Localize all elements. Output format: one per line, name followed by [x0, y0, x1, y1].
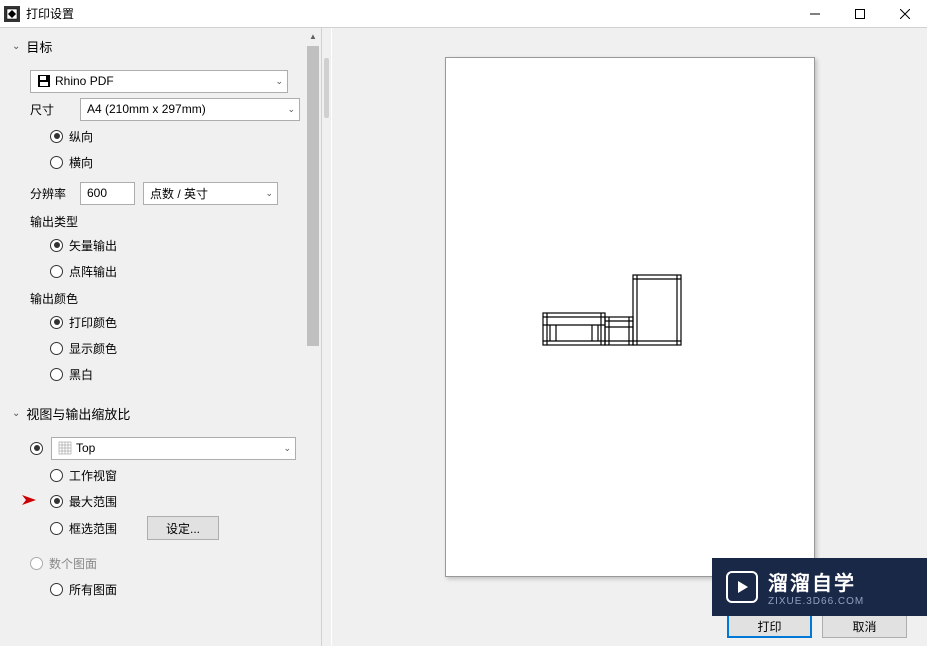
- color-print-radio[interactable]: [50, 316, 63, 329]
- color-display-label: 显示颜色: [69, 340, 117, 357]
- printer-dropdown[interactable]: Rhino PDF ⌄: [30, 70, 288, 93]
- orientation-portrait-radio[interactable]: [50, 130, 63, 143]
- save-icon: [37, 74, 51, 88]
- maximize-button[interactable]: [837, 0, 882, 28]
- range-window-radio[interactable]: [50, 522, 63, 535]
- orientation-portrait-label: 纵向: [69, 128, 93, 145]
- chevron-down-icon: ⌄: [287, 104, 295, 115]
- section-target-header[interactable]: ⌄ 目标: [0, 32, 321, 61]
- print-preview-page: [445, 57, 815, 577]
- color-display-radio[interactable]: [50, 342, 63, 355]
- highlight-arrow-icon: [22, 493, 42, 510]
- size-label: 尺寸: [30, 101, 80, 118]
- chevron-down-icon: ⌄: [283, 443, 291, 454]
- settings-panel: ⌄ 目标 Rhino PDF ⌄ 尺寸 A4 (210mm x 297mm) ⌄: [0, 28, 322, 646]
- color-bw-radio[interactable]: [50, 368, 63, 381]
- set-window-button[interactable]: 设定...: [147, 516, 219, 540]
- app-icon: [4, 6, 20, 22]
- chevron-down-icon: ⌄: [12, 408, 20, 419]
- chevron-down-icon: ⌄: [12, 41, 20, 52]
- viewport-value: Top: [76, 441, 95, 455]
- resolution-label: 分辨率: [30, 185, 80, 202]
- output-color-label: 输出颜色: [30, 290, 321, 307]
- orientation-landscape-radio[interactable]: [50, 156, 63, 169]
- size-value: A4 (210mm x 297mm): [87, 102, 206, 116]
- watermark-title: 溜溜自学: [768, 567, 864, 596]
- preview-area: 打印 取消: [332, 28, 927, 646]
- color-print-label: 打印颜色: [69, 314, 117, 331]
- range-viewport-label: 工作视窗: [69, 467, 117, 484]
- play-icon: [726, 571, 758, 603]
- all-pages-label: 所有图面: [69, 581, 117, 598]
- view-mode-radio[interactable]: [30, 442, 43, 455]
- minimize-button[interactable]: [792, 0, 837, 28]
- multi-pages-label: 数个图面: [49, 555, 97, 572]
- section-view-header[interactable]: ⌄ 视图与输出缩放比: [0, 399, 321, 428]
- scrollbar-thumb[interactable]: [307, 46, 319, 346]
- cancel-button[interactable]: 取消: [822, 614, 907, 638]
- multi-pages-radio[interactable]: [30, 557, 43, 570]
- viewport-dropdown[interactable]: Top ⌄: [51, 437, 296, 460]
- output-vector-radio[interactable]: [50, 239, 63, 252]
- chevron-down-icon: ⌄: [265, 188, 273, 199]
- title-bar: 打印设置: [0, 0, 927, 28]
- grid-icon: [58, 441, 72, 455]
- section-target-label: 目标: [26, 37, 52, 56]
- all-pages-radio[interactable]: [50, 583, 63, 596]
- print-button[interactable]: 打印: [727, 614, 812, 638]
- output-raster-label: 点阵输出: [69, 263, 117, 280]
- chevron-down-icon: ⌄: [275, 76, 283, 87]
- output-vector-label: 矢量输出: [69, 237, 117, 254]
- color-bw-label: 黑白: [69, 366, 93, 383]
- watermark-url: ZIXUE.3D66.COM: [768, 596, 864, 607]
- resolution-unit-dropdown[interactable]: 点数 / 英寸 ⌄: [143, 182, 278, 205]
- window-title: 打印设置: [26, 5, 792, 22]
- range-extents-label: 最大范围: [69, 493, 117, 510]
- resolution-input[interactable]: [80, 182, 135, 205]
- close-button[interactable]: [882, 0, 927, 28]
- output-type-label: 输出类型: [30, 213, 321, 230]
- size-dropdown[interactable]: A4 (210mm x 297mm) ⌄: [80, 98, 300, 121]
- range-extents-radio[interactable]: [50, 495, 63, 508]
- watermark: 溜溜自学 ZIXUE.3D66.COM: [712, 558, 927, 616]
- range-viewport-radio[interactable]: [50, 469, 63, 482]
- scroll-up-button[interactable]: ▲: [305, 28, 321, 44]
- panel-divider[interactable]: [322, 28, 332, 646]
- range-window-label: 框选范围: [69, 520, 117, 537]
- section-view-label: 视图与输出缩放比: [26, 404, 130, 423]
- printer-value: Rhino PDF: [55, 74, 114, 88]
- orientation-landscape-label: 横向: [69, 154, 93, 171]
- panel-scrollbar[interactable]: ▲: [305, 28, 321, 646]
- output-raster-radio[interactable]: [50, 265, 63, 278]
- preview-drawing: [538, 273, 688, 353]
- resolution-unit-value: 点数 / 英寸: [150, 185, 208, 202]
